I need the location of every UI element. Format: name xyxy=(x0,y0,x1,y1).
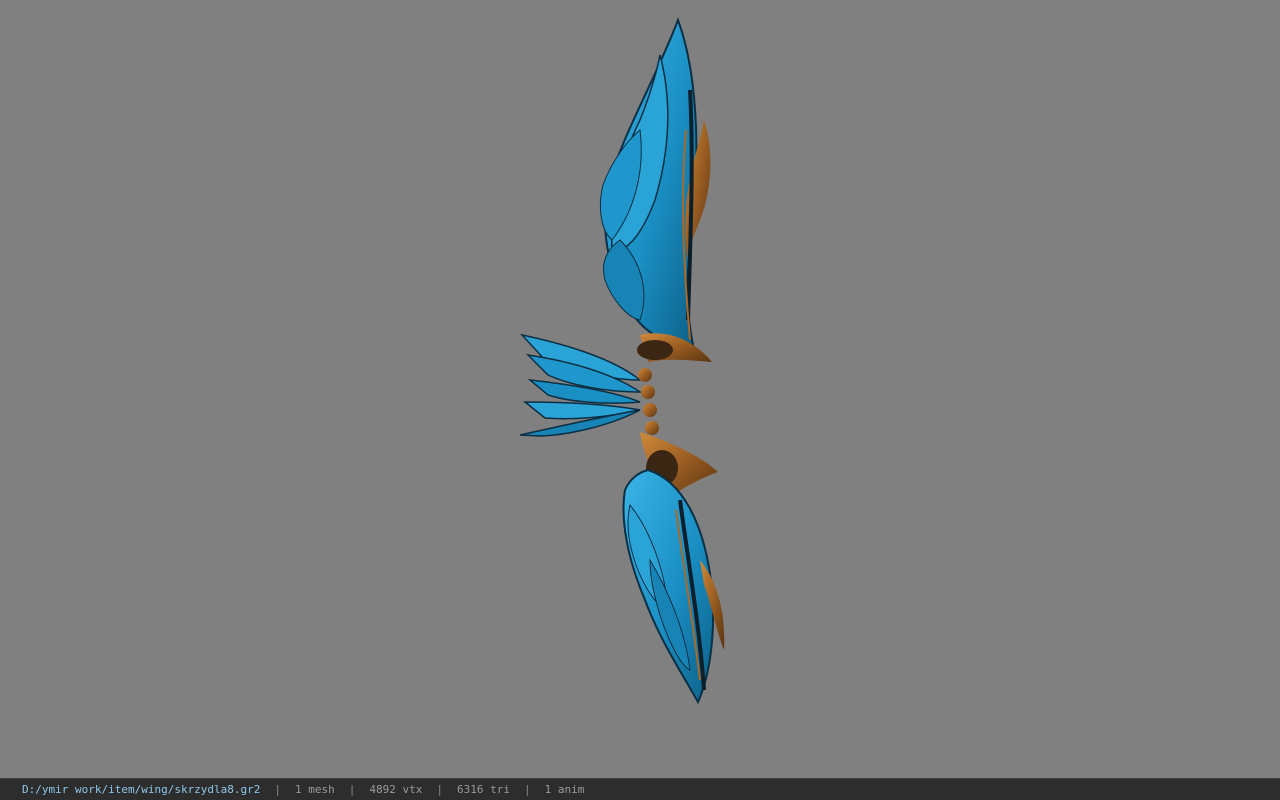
wing-model xyxy=(519,17,725,705)
separator: | xyxy=(436,783,444,796)
separator: | xyxy=(348,783,356,796)
wing-joint xyxy=(638,368,659,435)
side-feathers xyxy=(519,333,643,437)
separator: | xyxy=(524,783,531,796)
vertex-count: 4892 vtx xyxy=(369,783,423,796)
status-bar: D:/ymir work/item/wing/skrzydla8.gr2 | 1 m… xyxy=(0,778,1280,800)
mesh-count: 1 mesh xyxy=(295,783,335,796)
separator: | xyxy=(274,783,282,796)
upper-wing xyxy=(599,17,712,362)
triangle-count: 6316 tri xyxy=(457,783,511,796)
animation-count: 1 anim xyxy=(544,783,585,796)
lower-wing xyxy=(622,432,725,705)
file-path: D:/ymir work/item/wing/skrzydla8.gr2 xyxy=(22,783,261,796)
model-viewport[interactable] xyxy=(0,0,1280,778)
